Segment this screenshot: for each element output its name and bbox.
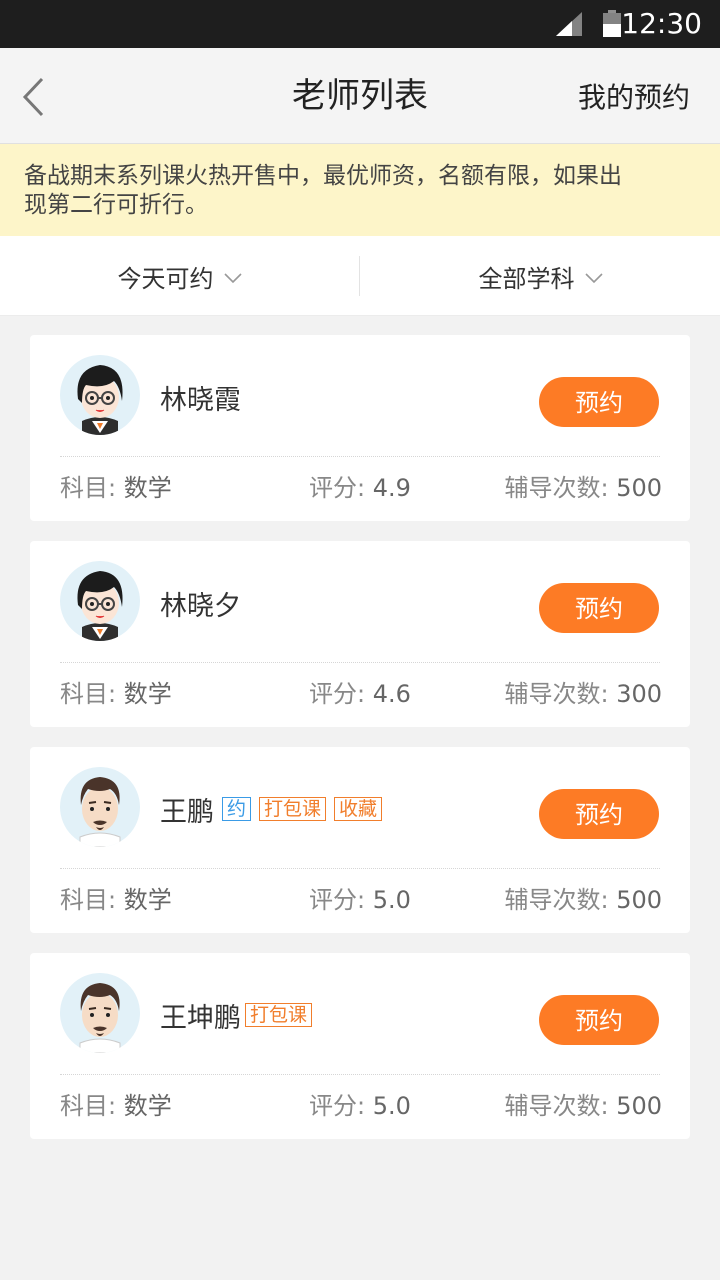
subject-label: 科目: — [60, 680, 124, 708]
nav-bar: 老师列表 我的预约 — [0, 48, 720, 144]
count-info: 辅导次数: 500 — [504, 885, 662, 915]
subject-info: 科目: 数学 — [60, 885, 172, 915]
filter-divider — [359, 256, 360, 296]
count-value: 500 — [616, 474, 662, 502]
subject-label: 科目: — [60, 1092, 124, 1120]
book-button[interactable]: 预约 — [539, 789, 659, 839]
subject-label: 科目: — [60, 474, 124, 502]
count-label: 辅导次数: — [504, 1092, 617, 1120]
package-course-tag: 打包课 — [245, 1003, 313, 1027]
teacher-card[interactable]: 王坤鹏 打包课 预约 科目: 数学 评分: 5.0 辅导次数: 500 — [30, 953, 690, 1139]
teacher-avatar — [60, 767, 140, 847]
score-value: 4.9 — [372, 474, 411, 502]
count-value: 500 — [616, 886, 662, 914]
filter-availability[interactable]: 今天可约 — [0, 236, 359, 316]
teacher-name: 王坤鹏 — [160, 1002, 241, 1034]
card-divider — [60, 1074, 660, 1075]
package-course-tag: 打包课 — [259, 797, 327, 821]
score-value: 5.0 — [372, 886, 411, 914]
teacher-avatar — [60, 561, 140, 641]
status-time: 12:30 — [621, 7, 702, 40]
teacher-avatar — [60, 973, 140, 1053]
score-value: 4.6 — [372, 680, 411, 708]
subject-info: 科目: 数学 — [60, 679, 172, 709]
count-label: 辅导次数: — [504, 886, 617, 914]
female-teacher-avatar-icon — [77, 365, 123, 435]
favorite-tag: 收藏 — [334, 797, 383, 821]
score-value: 5.0 — [372, 1092, 411, 1120]
teacher-card[interactable]: 王鹏 约 打包课 收藏 预约 科目: 数学 评分: 5.0 辅导次数: 500 — [30, 747, 690, 933]
subject-value: 数学 — [123, 886, 172, 914]
teacher-name-row: 王鹏 约 打包课 收藏 — [160, 791, 383, 828]
status-bar: 12:30 — [0, 0, 720, 48]
teacher-name: 王鹏 — [160, 796, 214, 828]
book-button[interactable]: 预约 — [539, 583, 659, 633]
teacher-card[interactable]: 林晓夕 预约 科目: 数学 评分: 4.6 辅导次数: 300 — [30, 541, 690, 727]
my-appointments-link[interactable]: 我的预约 — [578, 78, 690, 118]
subject-label: 科目: — [60, 886, 124, 914]
card-divider — [60, 456, 660, 457]
card-divider — [60, 868, 660, 869]
count-value: 500 — [616, 1092, 662, 1120]
subject-info: 科目: 数学 — [60, 1091, 172, 1121]
teacher-name-row: 林晓夕 — [160, 585, 241, 622]
count-info: 辅导次数: 500 — [504, 473, 662, 503]
filter-subject[interactable]: 全部学科 — [361, 236, 720, 316]
count-value: 300 — [616, 680, 662, 708]
score-info: 评分: 5.0 — [309, 1091, 411, 1121]
battery-icon — [603, 10, 621, 37]
score-info: 评分: 4.9 — [309, 473, 411, 503]
teacher-name-row: 林晓霞 — [160, 379, 241, 416]
signal-icon — [556, 12, 582, 36]
count-info: 辅导次数: 500 — [504, 1091, 662, 1121]
notice-text: 备战期末系列课火热开售中，最优师资，名额有限，如果出现第二行可折行。 — [24, 163, 622, 218]
score-label: 评分: — [309, 474, 373, 502]
male-teacher-avatar-icon — [79, 983, 121, 1053]
score-label: 评分: — [309, 1092, 373, 1120]
chevron-down-icon — [584, 273, 603, 284]
subject-info: 科目: 数学 — [60, 473, 172, 503]
female-teacher-avatar-icon — [77, 571, 123, 641]
teacher-card[interactable]: 林晓霞 预约 科目: 数学 评分: 4.9 辅导次数: 500 — [30, 335, 690, 521]
subject-value: 数学 — [123, 1092, 172, 1120]
filter-bar: 今天可约 全部学科 — [0, 236, 720, 316]
chevron-down-icon — [223, 273, 242, 284]
teacher-avatar — [60, 355, 140, 435]
score-info: 评分: 5.0 — [309, 885, 411, 915]
teacher-name: 林晓霞 — [160, 384, 241, 416]
male-teacher-avatar-icon — [79, 777, 121, 847]
teacher-name-row: 王坤鹏 打包课 — [160, 997, 313, 1034]
count-info: 辅导次数: 300 — [504, 679, 662, 709]
filter-availability-label: 今天可约 — [117, 264, 214, 293]
count-label: 辅导次数: — [504, 474, 617, 502]
card-divider — [60, 662, 660, 663]
count-label: 辅导次数: — [504, 680, 617, 708]
filter-subject-label: 全部学科 — [478, 264, 575, 293]
score-label: 评分: — [309, 886, 373, 914]
score-label: 评分: — [309, 680, 373, 708]
teacher-name: 林晓夕 — [160, 590, 241, 622]
subject-value: 数学 — [123, 680, 172, 708]
book-button[interactable]: 预约 — [539, 377, 659, 427]
appointment-tag: 约 — [222, 797, 252, 821]
subject-value: 数学 — [123, 474, 172, 502]
book-button[interactable]: 预约 — [539, 995, 659, 1045]
score-info: 评分: 4.6 — [309, 679, 411, 709]
notice-banner: 备战期末系列课火热开售中，最优师资，名额有限，如果出现第二行可折行。 — [0, 144, 720, 236]
